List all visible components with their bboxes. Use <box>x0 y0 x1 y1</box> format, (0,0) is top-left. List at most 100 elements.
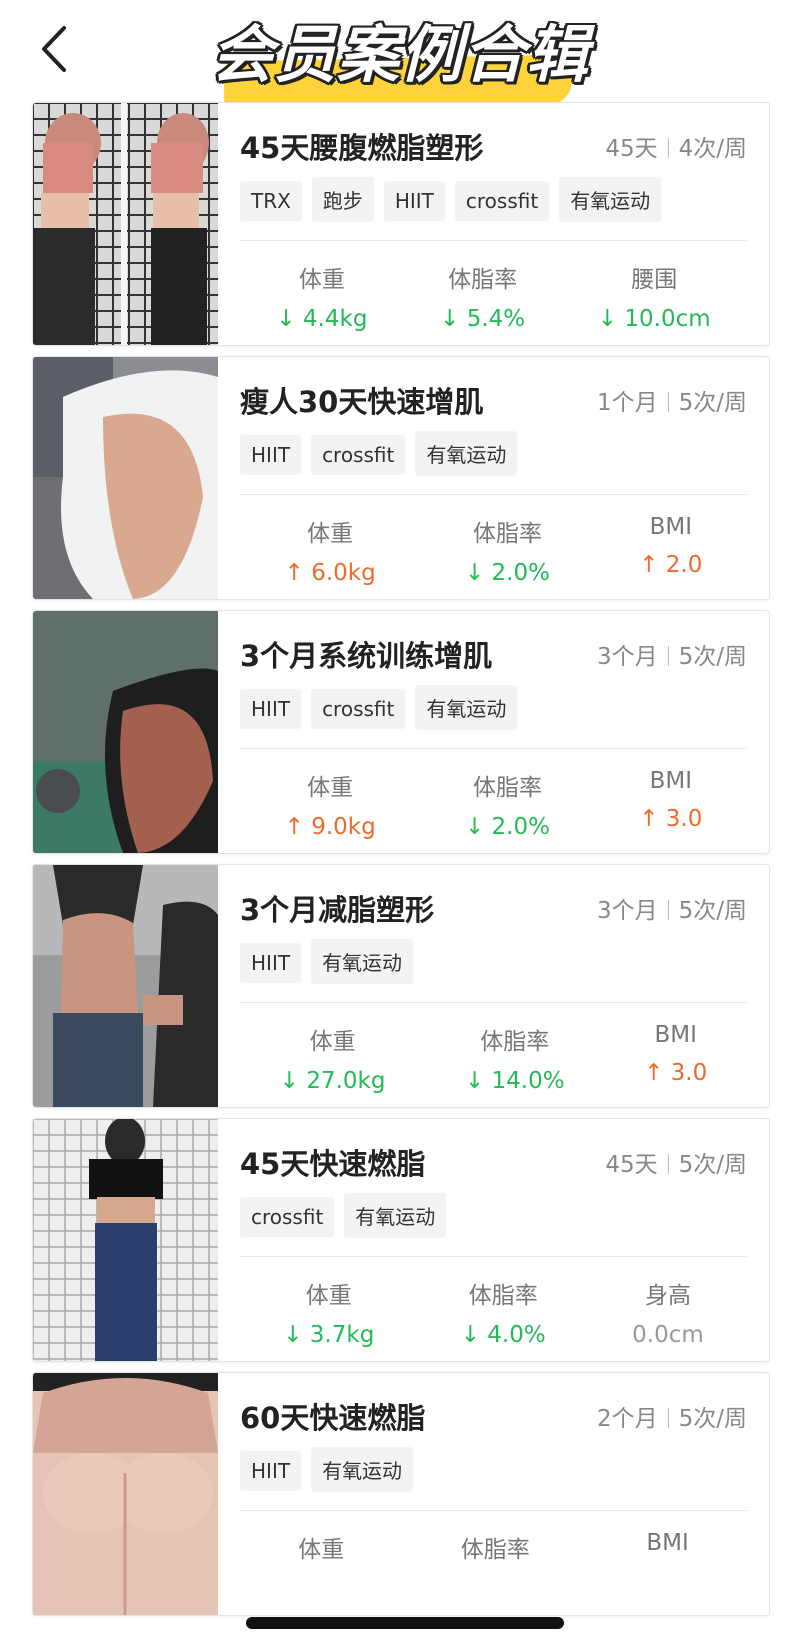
case-card[interactable]: 60天快速燃脂 2个月 5次/周 HIIT 有氧运动 体重 体脂率 BMI <box>32 1372 770 1616</box>
tag-list: HIIT 有氧运动 <box>240 939 423 984</box>
stat-item: 体脂率 ↓ 14.0% <box>465 1022 565 1094</box>
stat-number: 2.0% <box>491 560 550 586</box>
case-card[interactable]: 3个月系统训练增肌 3个月 5次/周 HIIT crossfit 有氧运动 体重 ↑ … <box>32 610 770 854</box>
case-card[interactable]: 45天腰腹燃脂塑形 45天 4次/周 TRX 跑步 HIIT crossfit 有氧运动 … <box>32 102 770 346</box>
arrow-down-icon: ↓ <box>464 1068 485 1094</box>
case-duration: 45天 <box>605 1152 658 1178</box>
stat-item: 体脂率 ↓ 2.0% <box>465 514 550 586</box>
case-card[interactable]: 3个月减脂塑形 3个月 5次/周 HIIT 有氧运动 体重 ↓ 27.0kg 体脂率… <box>32 864 770 1108</box>
stat-number: 3.0 <box>670 1060 708 1086</box>
stat-number: 3.7kg <box>309 1322 375 1348</box>
arrow-down-icon: ↓ <box>440 306 460 332</box>
header: 会员案例合辑 <box>0 0 800 112</box>
case-photo <box>33 865 218 1107</box>
tag: 有氧运动 <box>311 939 414 984</box>
case-meta: 1个月 5次/周 <box>597 383 747 417</box>
stat-label: 体脂率 <box>480 1029 550 1055</box>
case-meta: 3个月 5次/周 <box>597 637 747 671</box>
stat-item: 体重 <box>298 1530 344 1576</box>
arrow-up-icon: ↑ <box>644 1060 664 1086</box>
tag: 有氧运动 <box>559 177 662 222</box>
stat-number: 27.0kg <box>306 1068 386 1094</box>
divider <box>240 240 747 241</box>
stat-value: ↓ 3.7kg <box>283 1322 374 1348</box>
divider <box>240 1002 747 1003</box>
stat-item: 腰围 ↓ 10.0cm <box>598 260 711 332</box>
case-frequency: 5次/周 <box>678 898 747 924</box>
case-meta: 2个月 5次/周 <box>597 1399 747 1433</box>
stat-number: 2.0 <box>665 552 703 578</box>
tag-list: TRX 跑步 HIIT crossfit 有氧运动 <box>240 177 671 222</box>
stat-item: 体脂率 <box>461 1530 530 1576</box>
case-card[interactable]: 45天快速燃脂 45天 5次/周 crossfit 有氧运动 体重 ↓ 3.7kg … <box>32 1118 770 1362</box>
home-indicator <box>246 1617 564 1629</box>
tag: 有氧运动 <box>415 685 518 730</box>
stat-number: 3.0 <box>665 806 703 832</box>
case-duration: 45天 <box>605 136 658 162</box>
back-button[interactable] <box>30 18 82 80</box>
stat-label: BMI <box>649 768 692 794</box>
stat-label: 体重 <box>298 1537 345 1563</box>
stat-label: BMI <box>646 1530 689 1556</box>
stats-row: 体重 ↓ 3.7kg 体脂率 ↓ 4.0% 身高 0.0cm <box>240 1276 747 1348</box>
case-frequency: 5次/周 <box>678 390 747 416</box>
stat-label: 体脂率 <box>460 1537 530 1563</box>
case-meta: 3个月 5次/周 <box>597 891 747 925</box>
tag-list: crossfit 有氧运动 <box>240 1193 456 1238</box>
case-card[interactable]: 瘦人30天快速增肌 1个月 5次/周 HIIT crossfit 有氧运动 体重 ↑ … <box>32 356 770 600</box>
tag: TRX <box>240 181 302 221</box>
case-duration: 3个月 <box>596 644 658 670</box>
case-content: 45天腰腹燃脂塑形 45天 4次/周 TRX 跑步 HIIT crossfit 有氧运动 … <box>218 103 769 345</box>
stat-label: 体脂率 <box>448 267 518 293</box>
stat-item: 体重 ↑ 6.0kg <box>285 514 376 586</box>
stat-item: 身高 0.0cm <box>632 1276 704 1348</box>
stat-label: 体重 <box>307 775 354 801</box>
page-title: 会员案例合辑 <box>210 18 589 91</box>
tag-list: HIIT 有氧运动 <box>240 1447 423 1492</box>
stat-item: BMI <box>646 1530 688 1576</box>
case-photo <box>33 357 218 599</box>
case-meta: 45天 4次/周 <box>605 129 747 163</box>
stat-value: ↑ 9.0kg <box>285 814 376 840</box>
arrow-up-icon: ↑ <box>639 552 659 578</box>
meta-separator <box>667 900 669 920</box>
tag: 跑步 <box>311 177 374 222</box>
divider <box>240 1256 747 1257</box>
tag: HIIT <box>240 689 302 729</box>
arrow-up-icon: ↑ <box>639 806 659 832</box>
case-duration: 2个月 <box>596 1406 658 1432</box>
stat-number: 9.0kg <box>311 814 376 840</box>
arrow-down-icon: ↓ <box>464 560 485 586</box>
stat-label: BMI <box>649 514 692 540</box>
stat-value: ↓ 2.0% <box>465 814 550 840</box>
case-title: 60天快速燃脂 <box>240 1401 426 1435</box>
stat-item: 体脂率 ↓ 5.4% <box>440 260 525 332</box>
stat-label: BMI <box>654 1022 697 1048</box>
stat-number: 10.0cm <box>624 306 711 332</box>
stat-label: 体脂率 <box>472 775 542 801</box>
case-frequency: 5次/周 <box>678 1152 747 1178</box>
meta-separator <box>667 1154 669 1174</box>
stats-row: 体重 ↓ 4.4kg 体脂率 ↓ 5.4% 腰围 ↓ 10.0cm <box>240 260 747 332</box>
tag: HIIT <box>383 181 445 221</box>
stat-item: 体重 ↓ 4.4kg <box>276 260 367 332</box>
stat-item: 体脂率 ↓ 4.0% <box>461 1276 546 1348</box>
tag: HIIT <box>240 943 302 983</box>
case-content: 60天快速燃脂 2个月 5次/周 HIIT 有氧运动 体重 体脂率 BMI <box>218 1373 769 1615</box>
case-duration: 1个月 <box>596 390 658 416</box>
tag: 有氧运动 <box>311 1447 414 1492</box>
arrow-up-icon: ↑ <box>284 814 304 840</box>
case-content: 3个月减脂塑形 3个月 5次/周 HIIT 有氧运动 体重 ↓ 27.0kg 体脂率… <box>218 865 769 1107</box>
meta-separator <box>667 646 669 666</box>
tag-list: HIIT crossfit 有氧运动 <box>240 431 527 476</box>
stat-item: BMI ↑ 3.0 <box>639 768 702 840</box>
stat-item: 体重 ↓ 3.7kg <box>283 1276 374 1348</box>
stat-value: ↓ 27.0kg <box>280 1068 386 1094</box>
stat-label: 身高 <box>644 1283 691 1309</box>
tag: 有氧运动 <box>344 1193 447 1238</box>
tag: crossfit <box>311 435 406 475</box>
case-title: 45天快速燃脂 <box>240 1147 426 1181</box>
stat-value: ↓ 2.0% <box>465 560 550 586</box>
stat-value: ↑ 2.0 <box>639 552 702 578</box>
case-title: 瘦人30天快速增肌 <box>240 385 484 419</box>
